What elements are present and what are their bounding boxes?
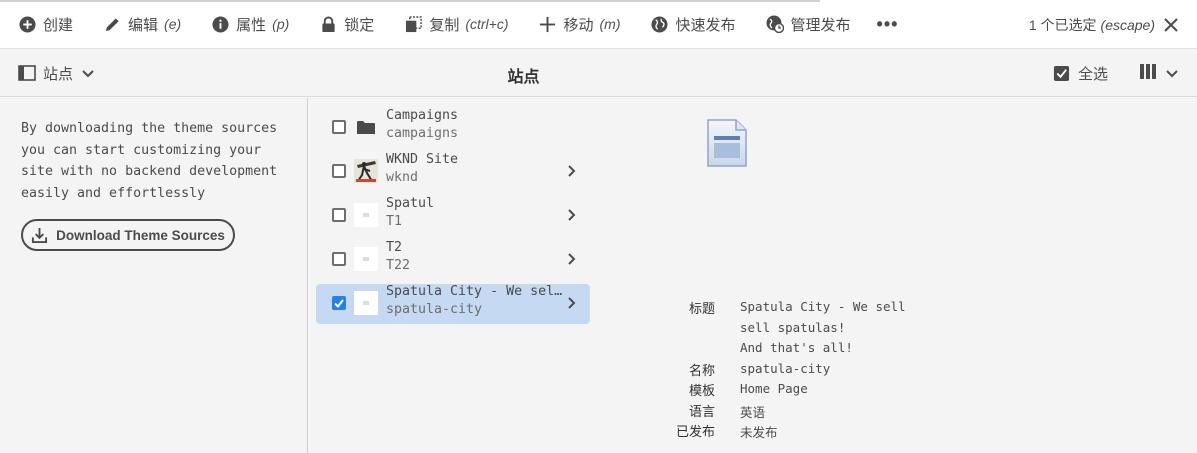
copy-button[interactable]: 复制 (ctrl+c) — [386, 0, 520, 49]
manage-publication-label: 管理发布 — [790, 16, 851, 34]
lock-button[interactable]: 锁定 — [301, 0, 386, 49]
add-circle-icon — [18, 15, 36, 33]
copy-shortcut: (ctrl+c) — [465, 16, 509, 32]
selection-count: 1 个已选定 — [1028, 16, 1097, 33]
chevron-right-icon[interactable] — [566, 208, 578, 222]
row-checkbox[interactable] — [332, 252, 346, 266]
item-name: T1 — [386, 214, 403, 229]
download-theme-sources-button[interactable]: Download Theme Sources — [21, 219, 235, 251]
row-checkbox[interactable] — [332, 120, 346, 134]
title-value-line-3: And that's all! — [740, 340, 853, 355]
more-icon: ••• — [876, 13, 899, 34]
title-label: 标题 — [688, 301, 715, 316]
properties-shortcut: (p) — [272, 16, 290, 32]
language-value: 英语 — [740, 405, 766, 420]
chevron-right-icon[interactable] — [566, 164, 578, 178]
selection-info: 1 个已选定 (escape) — [1029, 0, 1179, 49]
title-value-line-2: sell spatulas! — [740, 320, 846, 335]
folder-icon — [354, 115, 378, 139]
item-title: Spatula City - We sell… — [386, 284, 564, 299]
column-view: Campaigns campaigns WKND Site wknd Spatu… — [309, 98, 609, 453]
create-label: 创建 — [43, 16, 74, 34]
edit-button[interactable]: 编辑 (e) — [85, 0, 193, 49]
item-title: WKND Site — [386, 152, 459, 167]
title-value-line-1: Spatula City - We sell — [740, 299, 906, 314]
name-label: 名称 — [688, 363, 715, 378]
lock-label: 锁定 — [344, 16, 375, 34]
selection-shortcut: (escape) — [1100, 16, 1155, 33]
edit-label: 编辑 — [128, 16, 159, 34]
chevron-down-icon — [1166, 70, 1178, 78]
list-item[interactable]: WKND Site wknd — [316, 152, 590, 192]
copy-label: 复制 — [429, 16, 460, 34]
page-thumbnail — [354, 247, 378, 271]
action-bar: 创建 编辑 (e) 属性 (p) 锁定 复制 (ctrl+c) 移动 (m) 快… — [0, 0, 1197, 49]
template-label: 模板 — [688, 383, 715, 398]
move-icon — [539, 15, 557, 33]
language-label: 语言 — [688, 404, 715, 419]
properties-label: 属性 — [236, 16, 267, 34]
page-thumbnail — [354, 203, 378, 227]
item-title: Campaigns — [386, 108, 459, 123]
select-all-icon — [1053, 65, 1070, 82]
move-label: 移动 — [563, 16, 594, 34]
action-bar-buttons: 创建 编辑 (e) 属性 (p) 锁定 复制 (ctrl+c) 移动 (m) 快… — [0, 0, 910, 48]
published-label: 已发布 — [675, 424, 715, 439]
close-icon[interactable] — [1163, 17, 1179, 33]
quick-publish-button[interactable]: 快速发布 — [633, 0, 748, 49]
page-thumbnail — [354, 291, 378, 315]
lock-icon — [319, 15, 337, 33]
page-preview-icon — [706, 118, 748, 168]
move-shortcut: (m) — [599, 16, 621, 32]
item-name: campaigns — [386, 126, 459, 141]
list-item[interactable]: Campaigns campaigns — [316, 108, 590, 148]
list-item-selected[interactable]: Spatula City - We sell… spatula-city — [316, 284, 590, 324]
view-switcher[interactable] — [1139, 63, 1178, 85]
chevron-right-icon[interactable] — [566, 296, 578, 310]
wknd-thumbnail — [354, 159, 378, 183]
download-icon — [31, 227, 48, 244]
item-name: spatula-city — [386, 302, 483, 317]
select-all-button[interactable]: 全选 — [1053, 63, 1108, 84]
published-value: 未发布 — [740, 425, 778, 440]
row-checkbox[interactable] — [332, 208, 346, 222]
chevron-right-icon[interactable] — [566, 252, 578, 266]
globe-clock-icon — [766, 15, 784, 33]
edit-shortcut: (e) — [164, 16, 182, 32]
item-title: T2 — [386, 240, 403, 255]
info-icon — [211, 15, 229, 33]
properties-button[interactable]: 属性 (p) — [193, 0, 301, 49]
create-button[interactable]: 创建 — [0, 0, 85, 49]
more-actions-button[interactable]: ••• — [863, 0, 911, 49]
manage-publication-button[interactable]: 管理发布 — [748, 0, 863, 49]
copy-icon — [404, 15, 422, 33]
page-title: 站点 — [507, 69, 540, 86]
download-button-label: Download Theme Sources — [56, 227, 225, 243]
item-name: T22 — [386, 258, 411, 273]
item-title: Spatul — [386, 196, 435, 211]
row-checkbox[interactable] — [332, 164, 346, 178]
quick-publish-label: 快速发布 — [675, 16, 736, 34]
left-rail: By downloading the theme sources you can… — [0, 98, 308, 453]
secondary-bar: 站点 站点 全选 — [0, 49, 1197, 97]
rail-description: By downloading the theme sources you can… — [21, 121, 278, 201]
pencil-icon — [103, 15, 121, 33]
list-item[interactable]: T2 T22 — [316, 240, 590, 280]
row-checkbox-checked[interactable] — [332, 296, 346, 310]
move-button[interactable]: 移动 (m) — [521, 0, 633, 49]
globe-icon — [651, 15, 669, 33]
action-bar-divider — [0, 0, 820, 2]
template-value: Home Page — [740, 381, 808, 396]
item-name: wknd — [386, 170, 419, 185]
name-value: spatula-city — [740, 361, 831, 376]
select-all-label: 全选 — [1078, 66, 1109, 83]
list-item[interactable]: Spatul T1 — [316, 196, 590, 236]
column-view-icon — [1139, 63, 1157, 85]
